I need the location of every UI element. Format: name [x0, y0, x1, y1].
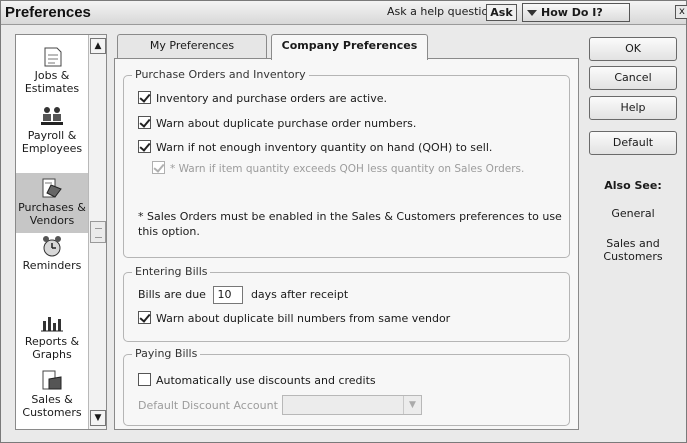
help-question-label: Ask a help question [387, 5, 496, 18]
category-label: Reminders [22, 259, 82, 272]
also-see-title: Also See: [604, 179, 662, 192]
purchase-orders-group: Purchase Orders and Inventory Inventory … [123, 68, 570, 258]
paying-bills-group: Paying Bills Automatically use discounts… [123, 347, 570, 426]
reminders-icon [43, 236, 61, 257]
entering-bills-group: Entering Bills Bills are due 10 days aft… [123, 265, 570, 342]
ok-button[interactable]: OK [589, 37, 677, 61]
dropdown-arrow-icon [527, 10, 537, 16]
discount-account-select: ▼ [282, 395, 422, 415]
how-do-i-label: How Do I? [541, 6, 603, 19]
category-payroll-employees[interactable]: Payroll & Employees [16, 105, 88, 165]
inventory-active-option[interactable]: Inventory and purchase orders are active… [138, 91, 387, 105]
ask-button[interactable]: Ask [486, 4, 517, 21]
auto-discounts-checkbox[interactable] [138, 373, 151, 386]
bills-due-suffix: days after receipt [250, 288, 349, 301]
purchases-vendors-icon [42, 178, 62, 198]
also-see-link-sales-customers[interactable]: Sales and Customers [589, 237, 677, 263]
category-label: Payroll & Employees [21, 129, 83, 155]
warn-exceeds-option: * Warn if item quantity exceeds QOH less… [152, 161, 524, 175]
tab-my-preferences[interactable]: My Preferences [117, 34, 267, 59]
category-reminders[interactable]: Reminders [16, 235, 88, 291]
bills-due-row: Bills are due 10 days after receipt [138, 286, 348, 304]
company-preferences-panel: Purchase Orders and Inventory Inventory … [114, 58, 579, 430]
close-button[interactable]: x [675, 5, 687, 19]
preferences-window: Preferences Ask a help question Ask How … [0, 0, 687, 443]
category-scrollbar[interactable]: ▲ ▼ [88, 35, 106, 429]
reports-graphs-icon [41, 317, 63, 332]
sales-orders-note: * Sales Orders must be enabled in the Sa… [138, 210, 562, 238]
how-do-i-button[interactable]: How Do I? [522, 3, 630, 22]
tab-label: Company Preferences [281, 39, 418, 52]
warn-not-enough-checkbox[interactable] [138, 140, 151, 153]
dropdown-arrow-icon: ▼ [403, 396, 421, 414]
tab-company-preferences[interactable]: Company Preferences [271, 34, 428, 60]
scroll-up-button[interactable]: ▲ [90, 38, 106, 54]
category-reports-graphs[interactable]: Reports & Graphs [16, 311, 88, 367]
discount-account-label: Default Discount Account [138, 399, 278, 412]
warn-exceeds-checkbox [152, 161, 165, 174]
warn-not-enough-option[interactable]: Warn if not enough inventory quantity on… [138, 140, 492, 154]
category-label: Jobs & Estimates [24, 69, 80, 95]
option-label: Warn about duplicate bill numbers from s… [156, 312, 451, 325]
option-label: Automatically use discounts and credits [156, 374, 376, 387]
option-label: Warn about duplicate purchase order numb… [156, 117, 417, 130]
category-label: Sales & Customers [22, 393, 82, 419]
scroll-down-button[interactable]: ▼ [90, 410, 106, 426]
option-label: Warn if not enough inventory quantity on… [156, 141, 493, 154]
default-button[interactable]: Default [589, 131, 677, 155]
category-label: Purchases & Vendors [18, 201, 86, 227]
title-bar: Preferences Ask a help question Ask How … [1, 1, 687, 25]
category-purchases-vendors[interactable]: Purchases & Vendors [16, 173, 88, 233]
warn-duplicate-po-option[interactable]: Warn about duplicate purchase order numb… [138, 116, 416, 130]
help-button[interactable]: Help [589, 96, 677, 120]
warn-duplicate-bill-checkbox[interactable] [138, 311, 151, 324]
category-jobs-estimates[interactable]: Jobs & Estimates [16, 45, 88, 101]
preference-category-list: Jobs & Estimates Payroll & Employees Pur… [15, 34, 107, 430]
group-title: Entering Bills [132, 265, 211, 278]
sales-customers-icon [42, 370, 62, 390]
scroll-thumb[interactable] [90, 221, 106, 243]
warn-duplicate-po-checkbox[interactable] [138, 116, 151, 129]
cancel-button[interactable]: Cancel [589, 66, 677, 90]
bills-due-prefix: Bills are due [138, 288, 206, 301]
option-label: * Warn if item quantity exceeds QOH less… [170, 163, 525, 175]
category-sales-customers[interactable]: Sales & Customers [16, 369, 88, 429]
payroll-employees-icon [41, 107, 63, 125]
inventory-active-checkbox[interactable] [138, 91, 151, 104]
warn-duplicate-bill-option[interactable]: Warn about duplicate bill numbers from s… [138, 311, 450, 325]
tab-label: My Preferences [149, 39, 235, 52]
category-label: Reports & Graphs [24, 335, 80, 361]
auto-discounts-option[interactable]: Automatically use discounts and credits [138, 373, 376, 387]
also-see-link-general[interactable]: General [589, 207, 677, 220]
option-label: Inventory and purchase orders are active… [156, 92, 387, 105]
group-title: Purchase Orders and Inventory [132, 68, 309, 81]
group-title: Paying Bills [132, 347, 201, 360]
bills-due-days-input[interactable]: 10 [213, 286, 244, 304]
jobs-estimates-icon [44, 47, 62, 67]
window-title: Preferences [5, 4, 91, 21]
